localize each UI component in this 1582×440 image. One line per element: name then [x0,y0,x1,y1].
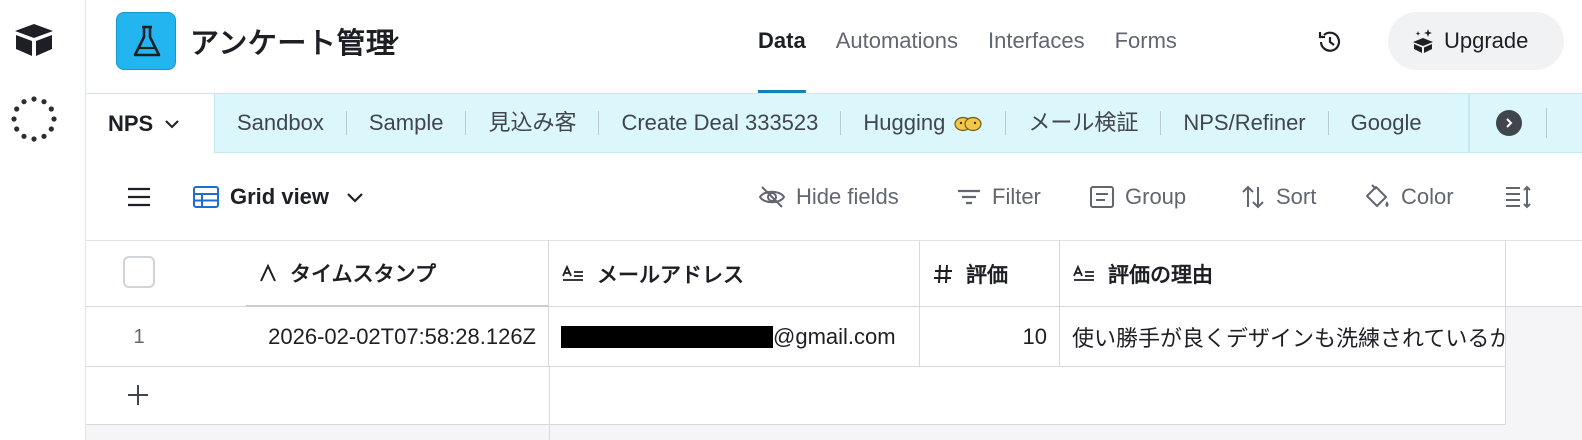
view-switcher[interactable]: Grid view [192,182,375,212]
redacted-block [561,326,773,348]
email-suffix: @gmail.com [773,324,896,349]
color-label: Color [1401,184,1454,209]
view-name: Grid view [230,184,330,209]
column-header-reason[interactable]: 評価の理由 [1060,241,1506,307]
color-button[interactable]: Color [1363,182,1454,212]
tab-hugging[interactable]: Hugging [841,110,1007,135]
tabs-scroll-right-button[interactable] [1496,110,1522,136]
nav-forms[interactable]: Forms [1115,0,1177,93]
chevron-right-icon [1506,118,1513,128]
row-number: 1 [133,325,145,348]
chevron-down-icon[interactable] [163,115,181,133]
tab-prospects[interactable]: 見込み客 [466,111,600,135]
main-nav: Data Automations Interfaces Forms [758,0,1207,93]
cell-timestamp[interactable]: 2026-02-02T07:58:28.126Z [246,307,549,367]
tab-label: Hugging [863,110,946,135]
sort-button[interactable]: Sort [1240,182,1316,212]
tab-google[interactable]: Google [1329,111,1444,135]
flask-icon [133,25,161,57]
filter-icon [958,189,980,205]
sort-label: Sort [1276,184,1317,209]
grid-header-row: タイムスタンプ メールアドレス 評価 評価の理由 [86,241,1582,307]
text-a-icon [260,263,276,282]
chevron-down-icon[interactable] [380,30,402,52]
tab-nps-refiner[interactable]: NPS/Refiner [1161,111,1329,135]
app-header: アンケート管理 Data Automations Interfaces Form… [86,0,1582,93]
left-rail [0,0,86,440]
column-label: メールアドレス [597,264,744,287]
plus-icon[interactable] [126,383,150,407]
column-label: 評価 [966,264,1008,287]
hamburger-menu-icon[interactable] [126,186,152,208]
grid-view-icon [193,186,219,208]
nav-interfaces[interactable]: Interfaces [988,0,1085,93]
group-label: Group [1125,184,1187,209]
cell-email[interactable]: @gmail.com [549,307,920,367]
add-record-row[interactable] [86,367,1506,425]
base-icon[interactable] [116,12,176,70]
eye-slash-icon [758,186,786,208]
tab-nps[interactable]: NPS [86,93,215,154]
loading-spinner-icon [11,96,57,142]
column-label: 評価の理由 [1108,264,1213,287]
hide-fields-button[interactable]: Hide fields [758,182,899,212]
paint-bucket-icon [1366,184,1389,207]
filter-label: Filter [992,184,1041,209]
upgrade-button[interactable]: Upgrade [1388,12,1564,70]
tab-email-verification[interactable]: メール検証 [1006,111,1162,135]
column-header-timestamp[interactable]: タイムスタンプ [246,241,549,307]
column-header-rating[interactable]: 評価 [920,241,1060,307]
hide-fields-label: Hide fields [796,184,899,209]
sparkle-box-icon [1413,29,1433,53]
number-icon [934,264,952,284]
chevron-down-icon [347,193,363,203]
column-label: タイムスタンプ [290,263,436,286]
upgrade-label: Upgrade [1444,28,1529,53]
cell-reason[interactable]: 使い勝手が良くデザインも洗練されているから [1060,307,1506,367]
long-text-icon [562,264,583,281]
nav-automations[interactable]: Automations [836,0,958,93]
hugging-face-icon [954,116,982,132]
history-icon[interactable] [1316,28,1344,56]
group-icon [1090,186,1114,208]
tab-sample[interactable]: Sample [347,111,467,135]
tab-label: NPS [108,111,154,136]
table-row[interactable]: 1 2026-02-02T07:58:28.126Z @gmail.com 10… [86,307,1506,367]
app-logo-icon[interactable] [13,22,55,58]
tab-create-deal[interactable]: Create Deal 333523 [599,111,842,135]
row-height-icon[interactable] [1504,184,1532,210]
nav-data[interactable]: Data [758,0,806,93]
group-button[interactable]: Group [1089,182,1186,212]
tab-list: Sandbox Sample 見込み客 Create Deal 333523 H… [215,94,1444,152]
divider [1546,108,1547,138]
long-text-icon [1073,264,1094,281]
base-name[interactable]: アンケート管理 [190,20,395,62]
table-tabs-bar: NPS Sandbox Sample 見込み客 Create Deal 3335… [86,93,1582,154]
cell-rating[interactable]: 10 [920,307,1060,367]
tabs-overflow-area [1468,94,1582,152]
sort-icon [1242,185,1264,209]
filter-button[interactable]: Filter [956,182,1041,212]
tab-sandbox[interactable]: Sandbox [215,111,347,135]
data-grid: タイムスタンプ メールアドレス 評価 評価の理由 1 2026-02-02T07… [86,241,1582,440]
view-toolbar: Grid view Hide fields Filter Group Sort [86,153,1582,241]
column-header-email[interactable]: メールアドレス [549,241,920,307]
select-all-checkbox[interactable] [123,256,155,288]
